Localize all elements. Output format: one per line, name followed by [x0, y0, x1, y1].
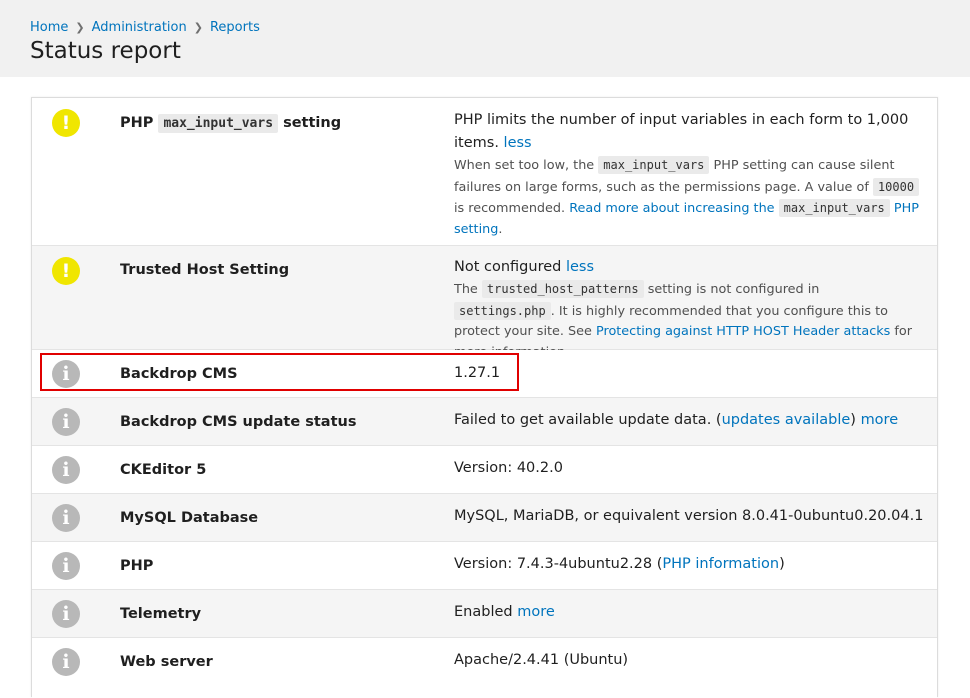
row-value: Version: 7.4.3-4ubuntu2.28 (PHP informat…	[454, 556, 785, 572]
host-header-link[interactable]: Protecting against HTTP HOST Header atta…	[596, 324, 890, 339]
row-value: PHP limits the number of input variables…	[454, 109, 924, 240]
php-information-link[interactable]: PHP information	[662, 556, 779, 572]
chevron-right-icon: ❯	[193, 21, 203, 34]
info-icon: i	[52, 504, 80, 532]
updates-available-link[interactable]: updates available	[722, 412, 851, 428]
table-row: i Backdrop CMS 1.27.1	[32, 350, 937, 398]
breadcrumb-home[interactable]: Home	[30, 20, 68, 35]
row-title: PHP max_input_vars setting	[120, 114, 342, 133]
table-row: i Web server Apache/2.4.41 (Ubuntu)	[32, 638, 937, 698]
warning-icon: !	[52, 257, 80, 285]
info-icon: i	[52, 552, 80, 580]
row-title: Backdrop CMS update status	[120, 414, 357, 430]
status-report-table: ! PHP max_input_vars setting PHP limits …	[31, 97, 938, 698]
row-value: Failed to get available update data. (up…	[454, 412, 899, 428]
row-title: CKEditor 5	[120, 462, 207, 478]
info-icon: i	[52, 648, 80, 676]
page-title: Status report	[30, 38, 181, 64]
more-link[interactable]: more	[861, 412, 899, 428]
table-row: i Backdrop CMS update status Failed to g…	[32, 398, 937, 446]
row-title: Trusted Host Setting	[120, 262, 290, 278]
less-link[interactable]: less	[566, 259, 594, 275]
breadcrumb: Home ❯ Administration ❯ Reports	[30, 20, 260, 35]
table-row: i Telemetry Enabled more	[32, 590, 937, 638]
chevron-right-icon: ❯	[75, 21, 85, 34]
row-title: Telemetry	[120, 606, 202, 622]
page-header: Home ❯ Administration ❯ Reports Status r…	[0, 0, 970, 77]
row-value: Version: 40.2.0	[454, 460, 563, 476]
row-title: Backdrop CMS	[120, 366, 238, 382]
info-icon: i	[52, 456, 80, 484]
table-row: i CKEditor 5 Version: 40.2.0	[32, 446, 937, 494]
row-value: Apache/2.4.41 (Ubuntu)	[454, 652, 629, 668]
row-title: MySQL Database	[120, 510, 259, 526]
table-row: i PHP Version: 7.4.3-4ubuntu2.28 (PHP in…	[32, 542, 937, 590]
info-icon: i	[52, 408, 80, 436]
row-description: When set too low, the max_input_vars PHP…	[454, 156, 920, 237]
code-snippet: max_input_vars	[158, 114, 279, 133]
row-value: Not configured less The trusted_host_pat…	[454, 256, 924, 363]
table-row: ! PHP max_input_vars setting PHP limits …	[32, 98, 937, 246]
row-value: 1.27.1	[454, 365, 501, 381]
warning-icon: !	[52, 109, 80, 137]
info-icon: i	[52, 600, 80, 628]
breadcrumb-administration[interactable]: Administration	[92, 20, 187, 35]
row-title: Web server	[120, 654, 213, 670]
row-title: PHP	[120, 558, 154, 574]
breadcrumb-reports[interactable]: Reports	[210, 20, 260, 35]
less-link[interactable]: less	[504, 135, 532, 151]
more-link[interactable]: more	[517, 604, 555, 620]
table-row: ! Trusted Host Setting Not configured le…	[32, 246, 937, 360]
table-row: i MySQL Database MySQL, MariaDB, or equi…	[32, 494, 937, 542]
info-icon: i	[52, 360, 80, 388]
row-value: MySQL, MariaDB, or equivalent version 8.…	[454, 508, 924, 524]
row-value: Enabled more	[454, 604, 555, 620]
